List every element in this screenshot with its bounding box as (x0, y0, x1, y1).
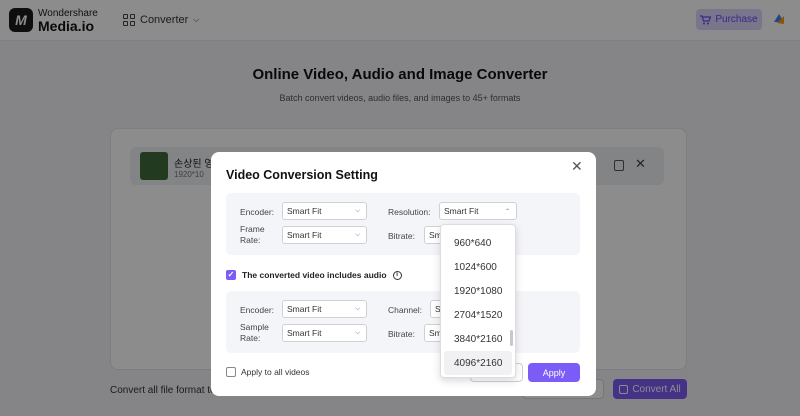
info-icon[interactable]: i (392, 270, 402, 280)
audio-settings-section: Encoder: Smart Fit ⌵ Channel: S Sample R… (226, 291, 580, 353)
resolution-value: Smart Fit (444, 206, 479, 216)
resolution-label: Resolution: (388, 207, 431, 217)
video-bitrate-label: Bitrate: (388, 231, 415, 241)
resolution-select[interactable]: Smart Fit ⌃ (439, 202, 517, 220)
apply-to-all-row[interactable]: Apply to all videos (226, 367, 310, 377)
chevron-down-icon: ⌵ (355, 306, 360, 312)
chevron-down-icon: ⌵ (355, 232, 360, 238)
apply-to-all-checkbox[interactable] (226, 367, 236, 377)
include-audio-checkbox[interactable]: ✓ (226, 270, 236, 280)
chevron-down-icon: ⌵ (355, 330, 360, 336)
apply-button[interactable]: Apply (528, 363, 580, 382)
dropdown-scrollbar[interactable] (510, 330, 513, 346)
include-audio-row[interactable]: ✓ The converted video includes audio i (226, 270, 402, 280)
video-settings-section: Encoder: Smart Fit ⌵ Resolution: Smart F… (226, 193, 580, 255)
sample-rate-value: Smart Fit (287, 328, 322, 338)
channel-label: Channel: (388, 305, 423, 315)
frame-rate-label: Frame Rate: (240, 224, 265, 245)
sample-rate-select[interactable]: Smart Fit ⌵ (282, 324, 367, 342)
frame-rate-value: Smart Fit (287, 230, 322, 240)
video-encoder-value: Smart Fit (287, 206, 322, 216)
resolution-option[interactable]: 3840*2160 (444, 327, 512, 351)
dialog-title: Video Conversion Setting (226, 168, 378, 182)
apply-to-all-label: Apply to all videos (241, 367, 310, 377)
audio-encoder-select[interactable]: Smart Fit ⌵ (282, 300, 367, 318)
resolution-option[interactable]: 1024*600 (444, 255, 512, 279)
video-encoder-label: Encoder: (240, 207, 275, 217)
resolution-option[interactable]: 960*640 (444, 231, 512, 255)
resolution-option-hovered[interactable]: 4096*2160 (444, 351, 512, 375)
include-audio-label: The converted video includes audio (242, 270, 387, 280)
frame-rate-select[interactable]: Smart Fit ⌵ (282, 226, 367, 244)
chevron-down-icon: ⌵ (355, 208, 360, 214)
audio-encoder-value: Smart Fit (287, 304, 322, 314)
resolution-option[interactable]: 2704*1520 (444, 303, 512, 327)
resolution-option[interactable]: 1920*1080 (444, 279, 512, 303)
sample-rate-label: Sample Rate: (240, 322, 269, 343)
video-conversion-setting-dialog: Video Conversion Setting ✕ Encoder: Smar… (211, 152, 596, 396)
resolution-dropdown: 960*640 1024*600 1920*1080 2704*1520 384… (440, 224, 516, 378)
audio-bitrate-label: Bitrate: (388, 329, 415, 339)
video-encoder-select[interactable]: Smart Fit ⌵ (282, 202, 367, 220)
close-icon[interactable]: ✕ (571, 159, 583, 173)
chevron-up-icon: ⌃ (504, 209, 510, 215)
audio-encoder-label: Encoder: (240, 305, 275, 315)
